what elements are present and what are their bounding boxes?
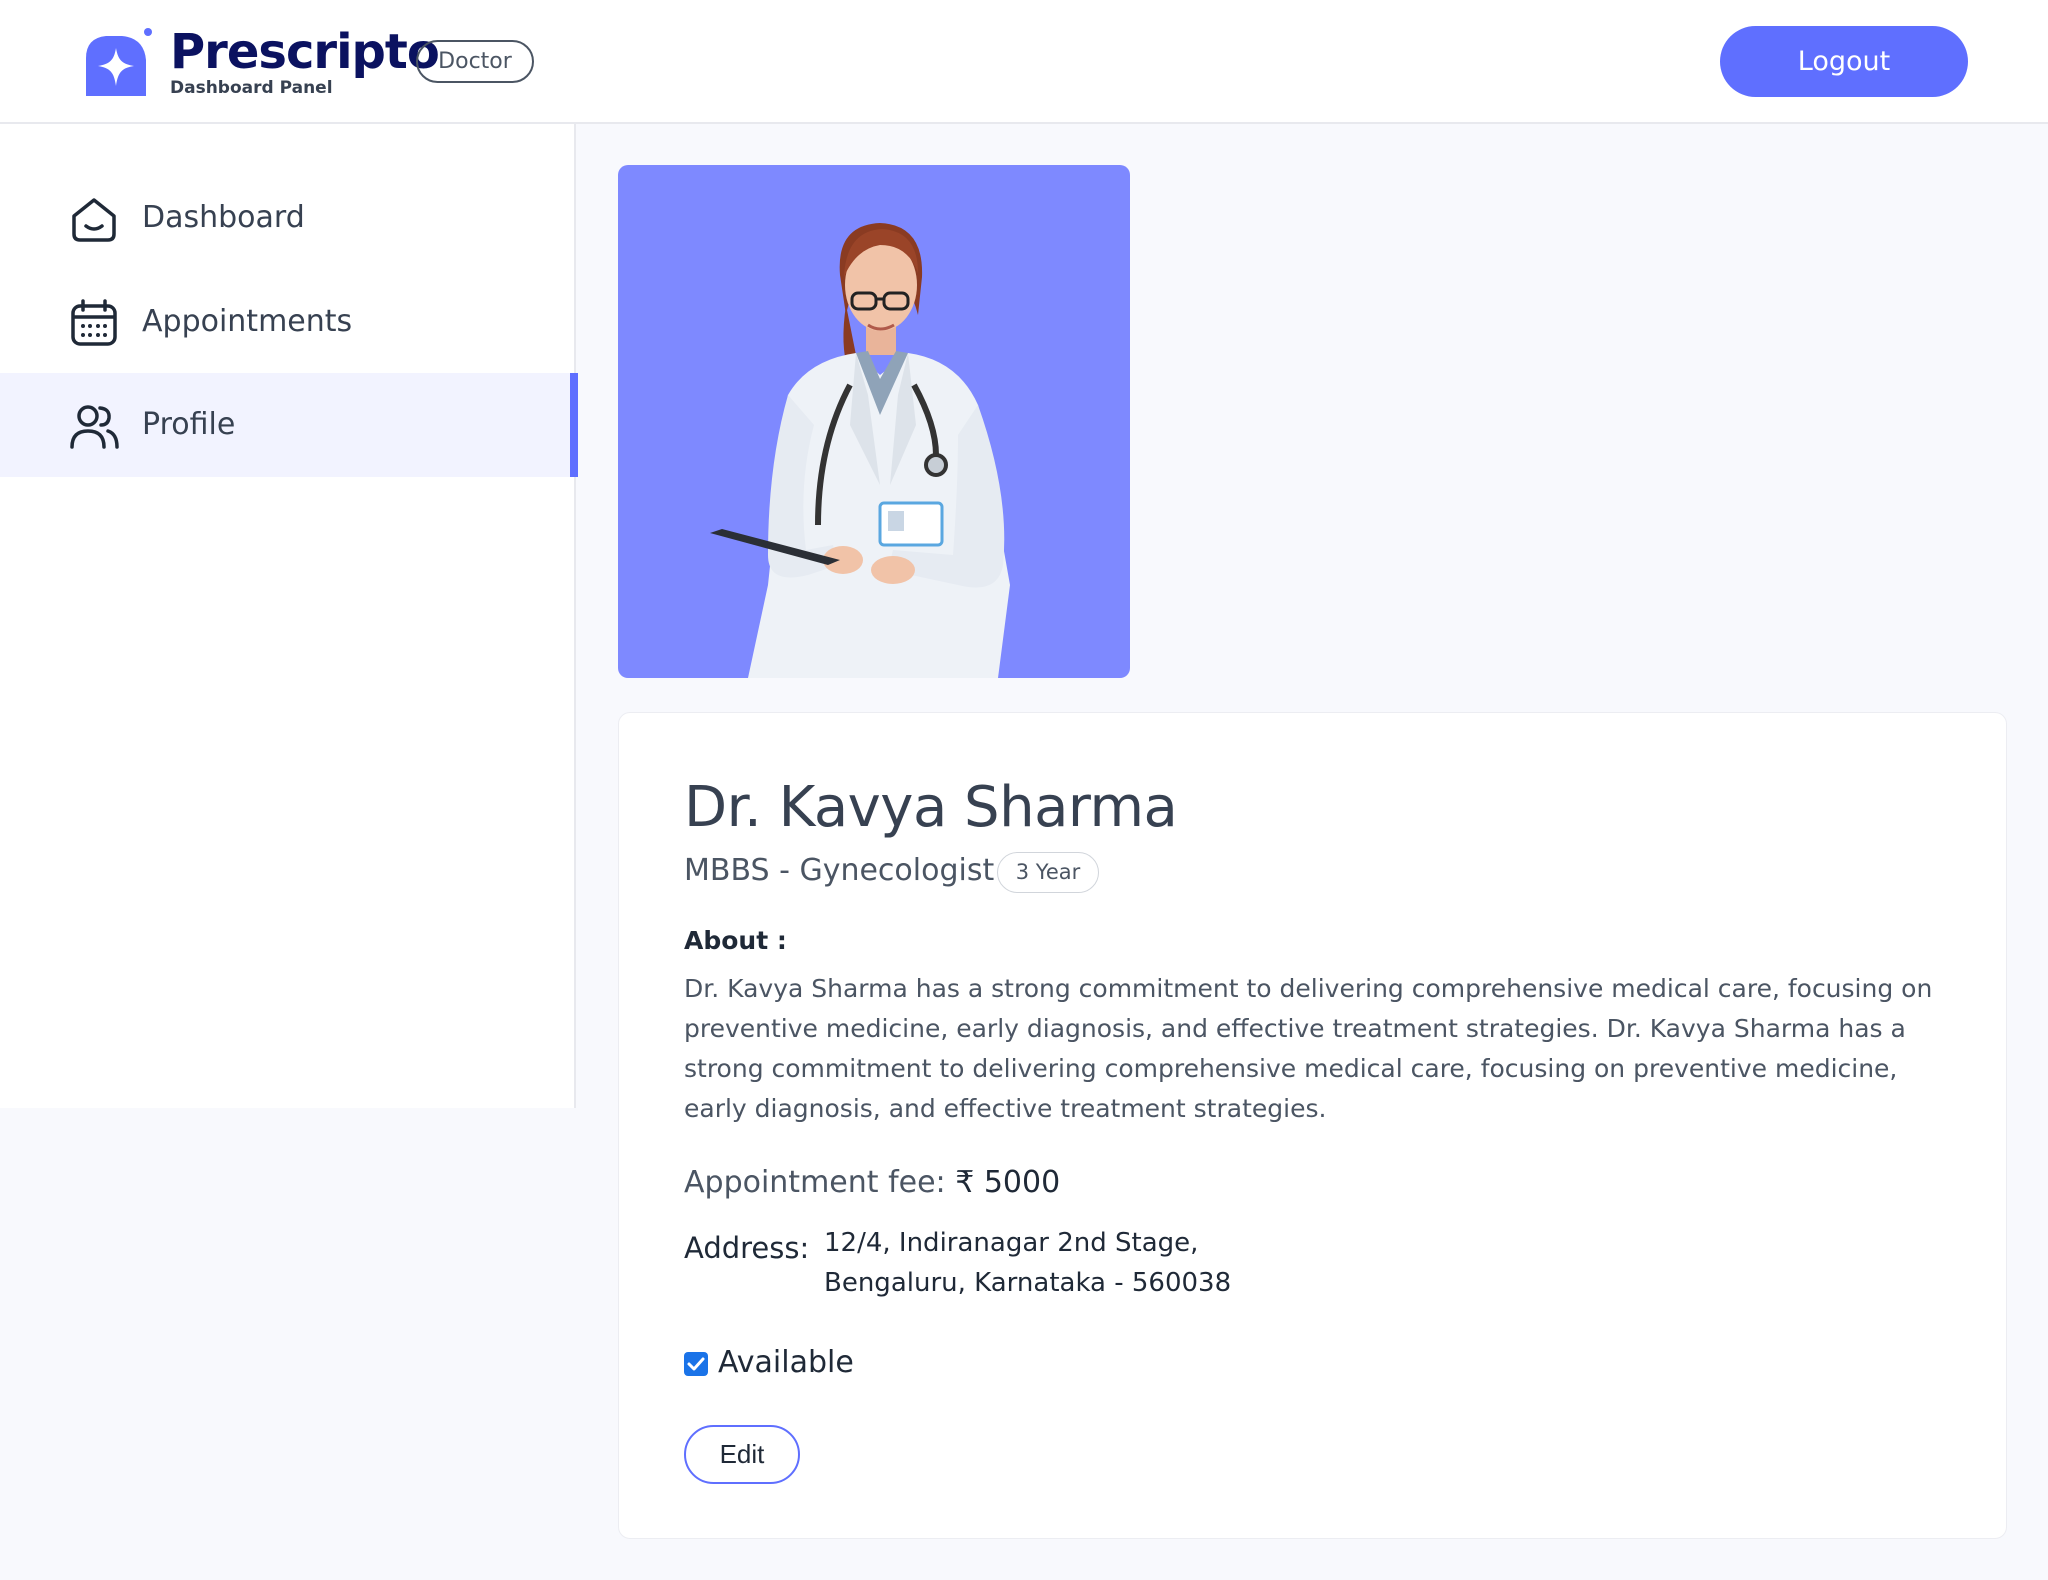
- doctor-degree: MBBS - Gynecologist: [684, 853, 995, 888]
- sidebar-item-profile[interactable]: Profile: [0, 373, 578, 477]
- address-line-2: Bengaluru, Karnataka - 560038: [824, 1268, 1232, 1298]
- sidebar-item-dashboard[interactable]: Dashboard: [0, 166, 576, 270]
- sidebar-item-appointments[interactable]: Appointments: [0, 270, 576, 374]
- sidebar-item-label: Profile: [142, 407, 236, 442]
- sidebar: Dashboard Appointments Profile: [0, 124, 578, 1108]
- people-icon: [68, 401, 120, 451]
- role-badge: Doctor: [416, 40, 534, 83]
- about-heading: About :: [684, 926, 787, 955]
- fee-value: ₹ 5000: [955, 1165, 1061, 1200]
- calendar-icon: [68, 298, 120, 348]
- address-label: Address:: [684, 1231, 810, 1265]
- top-header: Prescripto Dashboard Panel Doctor Logout: [0, 0, 2048, 124]
- brand-name: Prescripto: [170, 24, 440, 80]
- doctor-name: Dr. Kavya Sharma: [684, 775, 1178, 840]
- experience-badge: 3 Year: [997, 852, 1099, 893]
- appointment-fee: Appointment fee: ₹ 5000: [684, 1163, 1060, 1203]
- brand-subtitle: Dashboard Panel: [170, 78, 333, 98]
- home-icon: [68, 194, 120, 244]
- sidebar-item-label: Dashboard: [142, 200, 305, 235]
- address-line-1: 12/4, Indiranagar 2nd Stage,: [824, 1228, 1199, 1258]
- doctor-photo: [618, 165, 1130, 678]
- sidebar-item-label: Appointments: [142, 304, 353, 339]
- fee-label: Appointment fee:: [684, 1165, 946, 1200]
- available-label: Available: [718, 1345, 854, 1380]
- prescripto-logo-icon: [78, 26, 154, 102]
- about-text: Dr. Kavya Sharma has a strong commitment…: [684, 974, 1933, 1123]
- address-value: 12/4, Indiranagar 2nd Stage, Bengaluru, …: [824, 1223, 1231, 1303]
- edit-button[interactable]: Edit: [684, 1425, 800, 1484]
- available-checkbox[interactable]: [684, 1352, 708, 1376]
- doctor-info-card: Dr. Kavya Sharma MBBS - Gynecologist 3 Y…: [618, 712, 2007, 1539]
- logout-button[interactable]: Logout: [1720, 26, 1968, 97]
